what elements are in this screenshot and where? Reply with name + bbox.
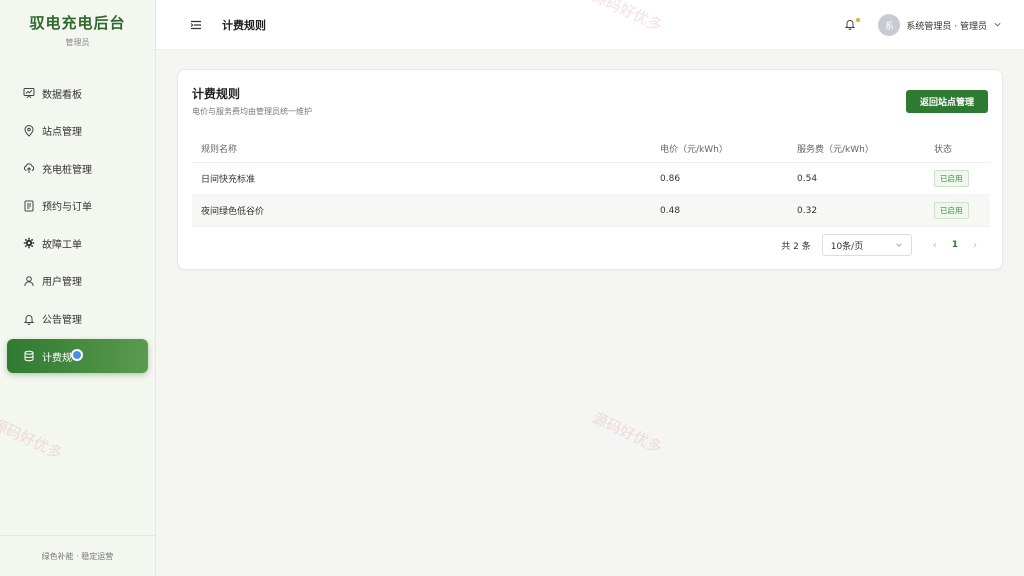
sidebar-item-label: 计费规 — [42, 352, 72, 364]
topbar-actions: 系 系统管理员 · 管理员 — [844, 0, 1002, 50]
menu-toggle-icon[interactable] — [190, 19, 202, 31]
user-menu-label[interactable]: 系统管理员 · 管理员 — [906, 19, 987, 32]
status-badge: 已启用 — [934, 202, 969, 219]
sidebar-menu: 数据看板 站点管理 充电桩管理 预约与订单 故障工单 用户管理 公告管理 计费规 — [0, 76, 155, 374]
sidebar-item-label: 预约与订单 — [42, 202, 92, 214]
sidebar-item-label: 故障工单 — [42, 239, 82, 251]
table-header-row: 规则名称 电价（元/kWh） 服务费（元/kWh） 状态 — [192, 134, 990, 163]
avatar[interactable]: 系 — [878, 14, 901, 36]
page-number-current[interactable]: 1 — [952, 240, 958, 250]
brand-title: 驭电充电后台 — [29, 14, 126, 32]
column-header-service[interactable]: 服务费（元/kWh） — [788, 134, 925, 163]
notification-badge — [856, 18, 861, 22]
sidebar-item-dashboard[interactable]: 数据看板 — [7, 76, 148, 110]
notification-button[interactable] — [844, 18, 861, 32]
service-fee-cell: 0.54 — [788, 162, 925, 195]
prev-page-button[interactable]: ‹ — [930, 240, 940, 251]
column-header-name[interactable]: 规则名称 — [192, 134, 651, 163]
price-cell: 0.86 — [651, 162, 788, 195]
status-cell: 已启用 — [925, 162, 990, 195]
chevron-down-icon[interactable] — [993, 18, 1002, 32]
sidebar-item-label: 站点管理 — [42, 127, 82, 139]
bell-icon — [23, 313, 35, 325]
chevron-down-icon — [896, 243, 902, 247]
watermark: 源码好优多 — [589, 408, 666, 457]
sidebar-item-billing[interactable]: 计费规 — [7, 339, 148, 374]
sidebar-item-users[interactable]: 用户管理 — [7, 264, 148, 298]
gear-icon — [23, 237, 35, 249]
brand-subtitle: 管理员 — [65, 38, 90, 47]
rule-name-cell: 日间快充标准 — [192, 162, 651, 195]
topbar: 计费规则 系 系统管理员 · 管理员 — [156, 0, 1024, 50]
sidebar-item-chargers[interactable]: 充电桩管理 — [7, 151, 148, 185]
card-subtitle: 电价与服务费均由管理员统一维护 — [192, 107, 312, 116]
rule-name-cell: 夜间绿色低谷价 — [192, 194, 651, 227]
next-page-button[interactable]: › — [970, 240, 980, 251]
dashboard-icon — [23, 87, 35, 99]
sidebar-item-faults[interactable]: 故障工单 — [7, 226, 148, 260]
column-header-price[interactable]: 电价（元/kWh） — [651, 134, 788, 163]
user-icon — [23, 275, 35, 287]
billing-rules-table: 规则名称 电价（元/kWh） 服务费（元/kWh） 状态 日间快充标准 0.86… — [192, 134, 990, 227]
bell-icon — [845, 20, 856, 30]
sidebar: 驭电充电后台 管理员 数据看板 站点管理 充电桩管理 预约与订单 故障工单 用户… — [0, 0, 156, 576]
cloud-upload-icon — [23, 162, 35, 174]
status-badge: 已启用 — [934, 170, 969, 187]
sidebar-item-label: 用户管理 — [42, 277, 82, 289]
sidebar-item-orders[interactable]: 预约与订单 — [7, 189, 148, 223]
page-size-value: 10条/页 — [830, 241, 864, 252]
status-cell: 已启用 — [925, 194, 990, 227]
sidebar-item-label: 充电桩管理 — [42, 164, 92, 176]
sidebar-footer: 绿色补能 · 稳定运营 — [0, 535, 155, 576]
billing-rules-card: 计费规则 电价与服务费均由管理员统一维护 返回站点管理 规则名称 电价（元/kW… — [177, 69, 1003, 270]
price-cell: 0.48 — [651, 194, 788, 227]
sidebar-item-label: 公告管理 — [42, 315, 82, 327]
sidebar-item-label: 数据看板 — [42, 89, 82, 101]
page-title: 计费规则 — [222, 18, 266, 32]
table-row[interactable]: 夜间绿色低谷价 0.48 0.32 已启用 — [192, 194, 990, 227]
table-row[interactable]: 日间快充标准 0.86 0.54 已启用 — [192, 162, 990, 195]
sidebar-item-stations[interactable]: 站点管理 — [7, 114, 148, 148]
card-title: 计费规则 — [192, 87, 241, 101]
brand: 驭电充电后台 管理员 — [0, 0, 155, 64]
pagination: 共 2 条 10条/页 ‹ 1 › — [781, 234, 980, 256]
back-to-stations-button[interactable]: 返回站点管理 — [906, 90, 988, 113]
pagination-total: 共 2 条 — [781, 241, 811, 252]
database-icon — [23, 350, 35, 362]
page-size-select[interactable]: 10条/页 — [821, 234, 912, 256]
sidebar-item-announcements[interactable]: 公告管理 — [7, 302, 148, 336]
document-icon — [23, 200, 35, 212]
cursor-indicator — [71, 349, 83, 362]
service-fee-cell: 0.32 — [788, 194, 925, 227]
location-icon — [23, 124, 35, 137]
column-header-status[interactable]: 状态 — [925, 134, 990, 163]
